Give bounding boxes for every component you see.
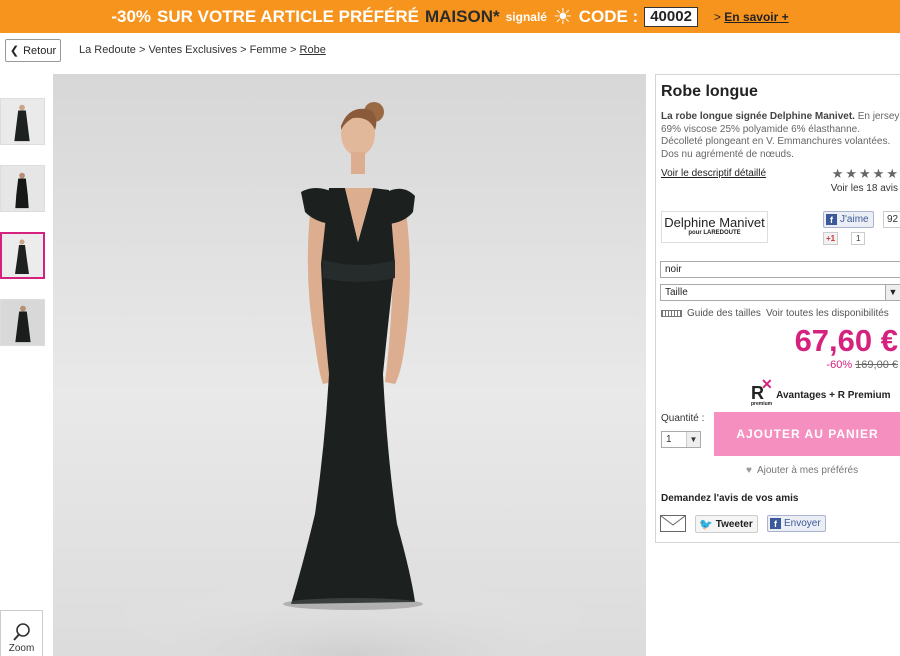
ruler-icon: [661, 310, 682, 317]
r-premium-logo-sub: premium: [751, 401, 773, 407]
promo-code-label: CODE :: [578, 6, 639, 26]
gplus-count: 1: [851, 232, 866, 245]
ask-friends-heading: Demandez l'avis de vos amis: [661, 493, 799, 504]
tweet-button[interactable]: 🐦 Tweeter: [695, 515, 758, 533]
breadcrumb-item[interactable]: Robe: [300, 44, 326, 56]
favorites-label: Ajouter à mes préférés: [756, 465, 859, 476]
quantity-select[interactable]: 1 ▼: [661, 431, 701, 448]
model-photo: [123, 102, 583, 656]
discount-line: -60% 169,00 €: [826, 359, 898, 371]
breadcrumb-item[interactable]: Ventes Exclusives: [148, 44, 237, 56]
add-to-favorites[interactable]: ♥ Ajouter à mes préférés: [746, 465, 858, 476]
promo-banner[interactable]: -30% SUR VOTRE ARTICLE PRÉFÉRÉ MAISON* s…: [0, 0, 900, 33]
quantity-value: 1: [666, 434, 672, 445]
fb-send-label: Envoyer: [784, 518, 821, 529]
breadcrumb-item[interactable]: La Redoute: [79, 44, 136, 56]
fb-like-count: 92: [883, 211, 900, 228]
size-placeholder: Taille: [665, 287, 688, 298]
facebook-icon: f: [826, 214, 837, 225]
zoom-button[interactable]: Zoom: [0, 610, 43, 656]
premium-label: Avantages + R Premium: [776, 389, 891, 401]
promo-discount: -30%: [111, 6, 152, 26]
size-guide-row: Guide des tailles Voir toutes les dispon…: [661, 308, 889, 319]
twitter-bird-icon: 🐦: [699, 518, 713, 531]
brand-name: Delphine Manivet: [664, 215, 765, 230]
promo-signaled: signalé: [505, 9, 547, 24]
thumbnail-selected[interactable]: [0, 232, 45, 279]
discount-percent: -60%: [826, 359, 853, 371]
breadcrumb: La Redoute > Ventes Exclusives > Femme >…: [79, 44, 326, 56]
product-main-image[interactable]: [53, 74, 646, 656]
reviews-link[interactable]: Voir les 18 avis: [831, 183, 898, 194]
facebook-icon: f: [770, 518, 781, 529]
chevron-down-icon: ▼: [885, 285, 900, 300]
fb-like-label: J'aime: [840, 214, 869, 225]
r-premium-logo: R ✕ premium: [751, 376, 773, 407]
thumbnail[interactable]: [0, 299, 45, 346]
back-button[interactable]: ❮ Retour: [5, 39, 61, 62]
promo-more-link[interactable]: > En savoir +: [714, 10, 789, 24]
thumbnail[interactable]: [0, 98, 45, 145]
rating-stars: ★★★★★: [831, 166, 900, 181]
facebook-like-button[interactable]: f J'aime: [823, 211, 874, 228]
brand-logo[interactable]: Delphine Manivet pour LAREDOUTE: [661, 211, 768, 243]
back-label: Retour: [23, 44, 57, 57]
add-to-cart-button[interactable]: AJOUTER AU PANIER: [714, 412, 900, 456]
promo-code: 40002: [644, 6, 698, 27]
sun-icon: ☀: [552, 3, 573, 29]
price: 67,60 €: [794, 323, 898, 358]
promo-text: SUR VOTRE ARTICLE PRÉFÉRÉ: [157, 6, 419, 26]
product-title: Robe longue: [661, 83, 758, 100]
quantity-label: Quantité :: [661, 413, 705, 424]
tweet-label: Tweeter: [715, 518, 753, 530]
product-description: La robe longue signée Delphine Manivet. …: [661, 111, 900, 160]
detail-link[interactable]: Voir le descriptif détaillé: [661, 168, 766, 179]
color-field[interactable]: noir: [660, 261, 900, 278]
zoom-label: Zoom: [8, 643, 35, 654]
premium-advantages[interactable]: R ✕ premium Avantages + R Premium: [751, 376, 891, 407]
mail-icon[interactable]: [660, 515, 686, 532]
product-panel: Robe longue La robe longue signée Delphi…: [655, 74, 900, 543]
promo-brand: MAISON*: [424, 6, 500, 26]
heart-icon: ♥: [746, 465, 752, 476]
google-plus-button[interactable]: +1: [823, 232, 839, 245]
chevron-left-icon: ❮: [9, 45, 20, 57]
facebook-send-button[interactable]: f Envoyer: [767, 515, 826, 532]
magnifier-icon: [12, 623, 30, 641]
size-guide-link[interactable]: Guide des tailles: [687, 308, 761, 319]
old-price: 169,00 €: [855, 359, 898, 371]
brand-sub: pour LAREDOUTE: [688, 230, 741, 236]
availability-link[interactable]: Voir toutes les disponibilités: [766, 308, 889, 319]
chevron-down-icon: ▼: [686, 432, 700, 447]
thumbnail[interactable]: [0, 165, 45, 212]
size-select[interactable]: Taille ▼: [660, 284, 900, 301]
breadcrumb-item[interactable]: Femme: [250, 44, 287, 56]
